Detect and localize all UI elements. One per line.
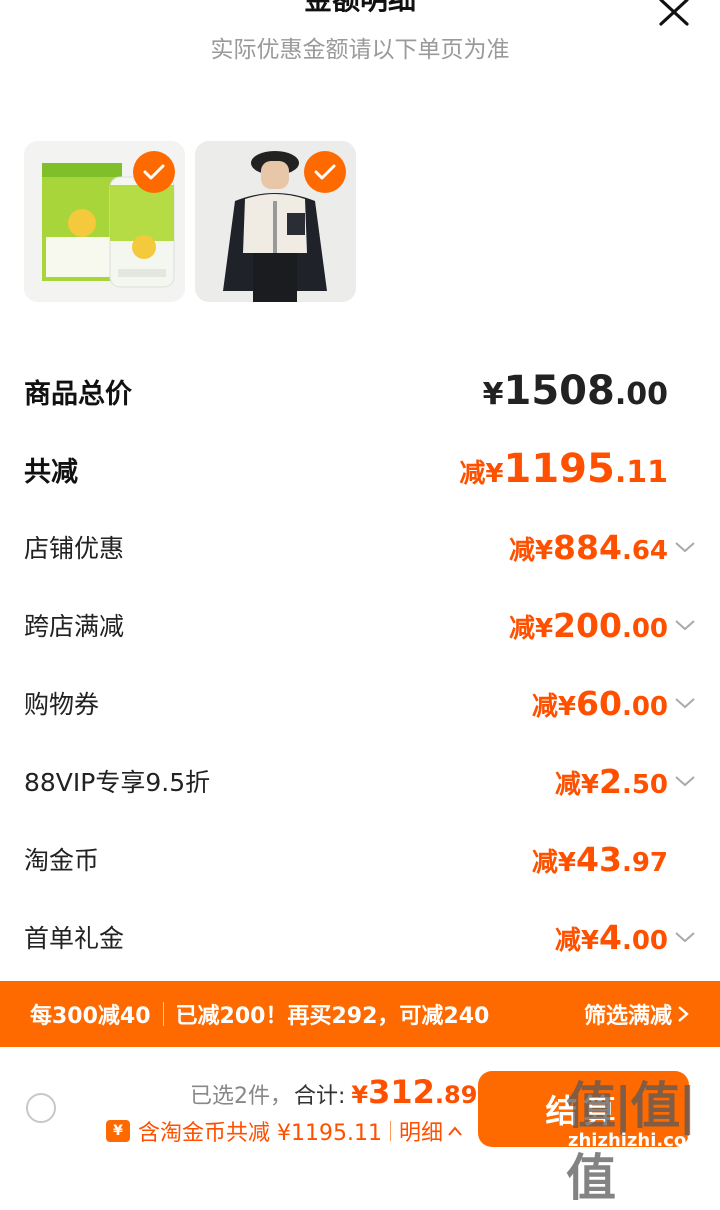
selected-check-badge[interactable] [304, 151, 346, 193]
detail-toggle[interactable]: 明细 [399, 1115, 463, 1147]
amount-int: 200 [553, 605, 622, 645]
order-summary: 已选2件， 合计: ¥ 312 .89 [190, 1073, 477, 1111]
amount-int: 1508 [503, 368, 615, 414]
chevron-down-icon[interactable] [674, 774, 696, 788]
amount-dec: .64 [621, 535, 668, 566]
product-thumb-supplement[interactable] [24, 141, 185, 302]
amount-dec: .00 [621, 613, 668, 644]
row-label: 淘金币 [24, 846, 100, 875]
amount-prefix: 减¥ [508, 535, 554, 566]
checkmark-icon [143, 164, 165, 180]
row-shop-discount[interactable]: 店铺优惠 减¥ 884 .64 [24, 527, 696, 567]
checkmark-icon [314, 164, 336, 180]
amount: ¥ 1508 .00 [483, 368, 668, 414]
filter-discount-button[interactable]: 筛选满减 [584, 998, 690, 1030]
amount-int: 1195 [503, 446, 615, 492]
product-thumb-jacket[interactable] [195, 141, 356, 302]
amount-prefix: 减¥ [531, 847, 576, 878]
detail-label: 明细 [398, 1121, 443, 1146]
price-int: 312 [368, 1073, 435, 1111]
total-label: 合计: [294, 1084, 346, 1109]
amount: 减¥ 2 .50 [555, 762, 668, 801]
row-label: 共减 [24, 456, 78, 488]
row-vip-discount[interactable]: 88VIP专享9.5折 减¥ 2 .50 [24, 761, 696, 801]
currency-symbol: ¥ [351, 1081, 369, 1109]
total-price: ¥ 312 .89 [351, 1073, 477, 1111]
amount: 减¥ 1195 .11 [459, 446, 668, 492]
close-icon [659, 0, 689, 26]
page-title: 金额明细 [0, 0, 720, 18]
close-button[interactable] [656, 0, 692, 28]
select-all-radio[interactable] [26, 1093, 56, 1123]
chevron-down-icon[interactable] [674, 696, 696, 710]
amount-prefix: ¥ [482, 377, 504, 412]
row-value: 减¥ 4 .00 [555, 918, 696, 957]
chevron-up-icon [448, 1126, 462, 1136]
amount-int: 43 [576, 839, 622, 879]
amount-dec: .50 [621, 769, 668, 800]
row-total-price: 商品总价 ¥ 1508 .00 [24, 368, 696, 414]
coin-discount-text: 含淘金币共减 ¥1195.11 [138, 1121, 382, 1146]
row-shopping-coupon[interactable]: 购物券 减¥ 60 .00 [24, 683, 696, 723]
amount-int: 60 [576, 683, 622, 723]
row-cross-shop-discount[interactable]: 跨店满减 减¥ 200 .00 [24, 605, 696, 645]
amount-prefix: 减¥ [508, 613, 554, 644]
selected-count: 已选2件， [190, 1084, 292, 1109]
watermark-logo: 值|值|值 zhizhizhi.com [560, 1062, 720, 1207]
chevron-down-icon[interactable] [674, 618, 696, 632]
row-value: 减¥ 2 .50 [555, 762, 696, 801]
row-label: 88VIP专享9.5折 [24, 768, 211, 797]
amount-dec: .00 [621, 925, 668, 956]
row-value: 减¥ 1195 .11 [459, 446, 696, 492]
price-dec: .89 [434, 1081, 478, 1109]
divider [389, 1121, 391, 1141]
product-thumbnails [24, 141, 356, 302]
amount-dec: .11 [614, 455, 668, 490]
filter-label: 筛选满减 [583, 1004, 672, 1029]
amount: 减¥ 43 .97 [532, 840, 668, 879]
watermark-site: zhizhizhi.com [568, 1130, 706, 1151]
row-taobao-coins: 淘金币 减¥ 43 .97 [24, 839, 696, 879]
amount: 减¥ 4 .00 [555, 918, 668, 957]
amount: 减¥ 884 .64 [509, 528, 668, 567]
row-value: ¥ 1508 .00 [483, 368, 696, 414]
divider [162, 1002, 164, 1026]
amount-dec: .00 [621, 691, 668, 722]
row-label: 购物券 [24, 690, 100, 719]
row-value: 减¥ 200 .00 [509, 606, 696, 645]
amount-prefix: 减¥ [459, 459, 504, 489]
coin-discount-line: ¥ 含淘金币共减 ¥1195.11 明细 [106, 1115, 463, 1147]
amount: 减¥ 200 .00 [509, 606, 668, 645]
coin-icon: ¥ [106, 1120, 130, 1142]
amount-int: 884 [553, 527, 622, 567]
amount-prefix: 减¥ [554, 925, 599, 956]
amount-dec: .97 [621, 847, 668, 878]
amount-int: 4 [598, 917, 622, 957]
row-first-order-gift[interactable]: 首单礼金 减¥ 4 .00 [24, 917, 696, 957]
row-label: 跨店满减 [24, 612, 125, 641]
row-label: 首单礼金 [24, 924, 125, 953]
selected-check-badge[interactable] [133, 151, 175, 193]
promo-banner: 每300减40 已减200！再买292，可减240 筛选满减 [0, 981, 720, 1047]
amount-prefix: 减¥ [531, 691, 576, 722]
row-value: 减¥ 43 .97 [532, 840, 696, 879]
promo-message: 已减200！再买292，可减240 [175, 1004, 490, 1029]
row-total-discount: 共减 减¥ 1195 .11 [24, 446, 696, 492]
row-value: 减¥ 60 .00 [532, 684, 696, 723]
chevron-down-icon[interactable] [674, 930, 696, 944]
row-value: 减¥ 884 .64 [509, 528, 696, 567]
row-label: 商品总价 [24, 378, 132, 410]
amount-int: 2 [598, 761, 622, 801]
amount-prefix: 减¥ [554, 769, 599, 800]
row-label: 店铺优惠 [24, 534, 125, 563]
chevron-down-icon[interactable] [674, 540, 696, 554]
amount: 减¥ 60 .00 [532, 684, 668, 723]
amount-dec: .00 [614, 377, 668, 412]
page-subtitle: 实际优惠金额请以下单页为准 [210, 37, 510, 63]
promo-tag: 每300减40 [30, 1004, 151, 1029]
chevron-right-icon [678, 1006, 689, 1022]
